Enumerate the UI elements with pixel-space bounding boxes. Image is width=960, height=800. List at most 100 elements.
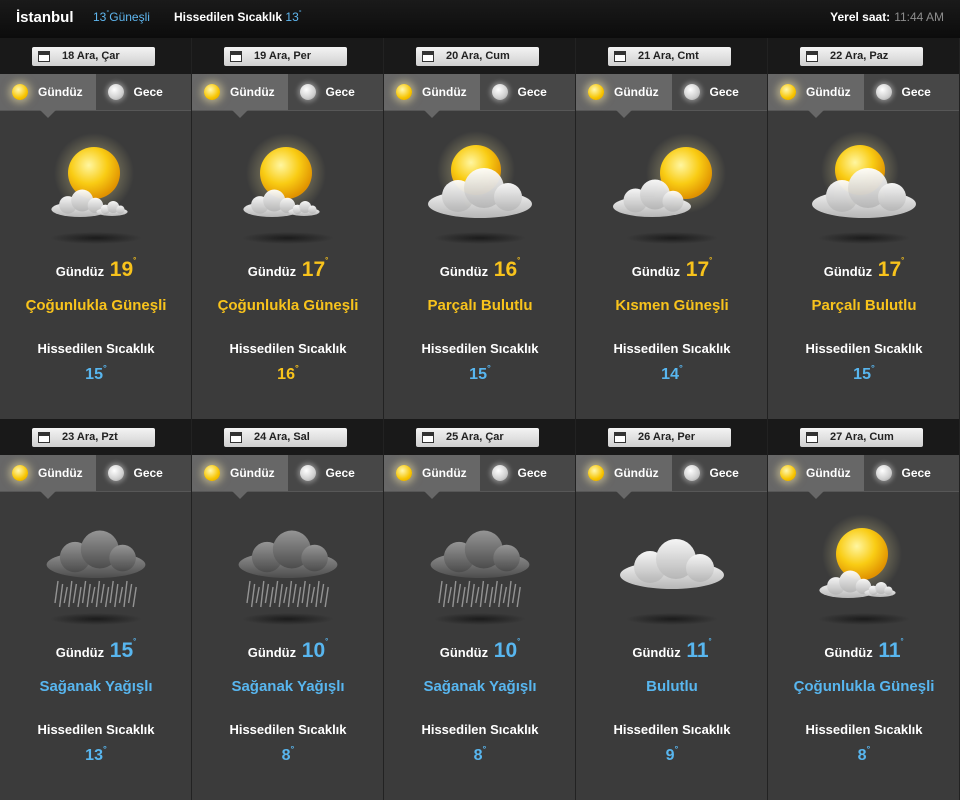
tab-night[interactable]: Gece (671, 455, 767, 491)
sun-icon (12, 465, 28, 481)
date-pill: 23 Ara, Pzt (32, 428, 155, 447)
tab-day[interactable]: Gündüz (384, 455, 480, 491)
temp-value: 15 (109, 639, 134, 662)
rain-shower-icon (384, 499, 576, 634)
temp-value: 19 (109, 258, 134, 281)
day-card: 23 Ara, Pzt Gündüz Gece Gündüz 15° Sağan… (0, 419, 192, 800)
day-prefix: Gündüz (247, 645, 297, 660)
day-header: 18 Ara, Çar (0, 38, 191, 74)
day-header: 27 Ara, Cum (768, 419, 959, 455)
moon-icon (491, 84, 508, 100)
active-tab-pointer (232, 491, 248, 499)
tab-day[interactable]: Gündüz (384, 74, 480, 110)
sun-icon (204, 84, 220, 100)
moon-icon (683, 84, 700, 100)
date-label: 26 Ara, Per (638, 431, 696, 443)
day-night-tabs: Gündüz Gece (576, 455, 767, 491)
date-label: 25 Ara, Çar (446, 431, 504, 443)
tab-divider (192, 491, 383, 492)
tab-day-label: Gündüz (806, 85, 851, 99)
current-condition: Güneşli (109, 10, 150, 24)
condition-text: Çoğunlukla Güneşli (25, 297, 167, 314)
day-header: 21 Ara, Cmt (576, 38, 767, 74)
tab-night[interactable]: Gece (287, 74, 383, 110)
sun-icon (588, 84, 604, 100)
date-label: 18 Ara, Çar (62, 50, 120, 62)
temp-value: 17 (685, 258, 710, 281)
feels-like-label: Hissedilen Sıcaklık (421, 341, 539, 356)
condition-text: Parçalı Bulutlu (811, 297, 917, 314)
feels-like-label: Hissedilen Sıcaklık (229, 722, 347, 737)
sun-icon (780, 465, 796, 481)
condition-text: Kısmen Güneşli (615, 297, 729, 314)
feels-like-value: 15° (85, 363, 107, 383)
tab-day[interactable]: Gündüz (576, 74, 672, 110)
tab-day-label: Gündüz (614, 85, 659, 99)
tab-night[interactable]: Gece (479, 455, 575, 491)
tab-day-label: Gündüz (422, 85, 467, 99)
feels-like-label: Hissedilen Sıcaklık (805, 722, 923, 737)
partly-sunny-icon (576, 118, 768, 253)
condition-text: Parçalı Bulutlu (427, 297, 533, 314)
cloudy-icon (576, 499, 768, 634)
tab-day[interactable]: Gündüz (0, 455, 96, 491)
tab-day[interactable]: Gündüz (576, 455, 672, 491)
tab-day[interactable]: Gündüz (0, 74, 96, 110)
tab-day[interactable]: Gündüz (192, 455, 288, 491)
day-prefix: Gündüz (55, 264, 105, 279)
tab-night[interactable]: Gece (95, 74, 191, 110)
tab-night-label: Gece (709, 85, 739, 99)
date-pill: 21 Ara, Cmt (608, 47, 731, 66)
partly-cloudy-icon (384, 118, 576, 253)
top-bar: İstanbul 13°Güneşli Hissedilen Sıcaklık … (0, 0, 960, 39)
sun-icon (12, 84, 28, 100)
day-header: 25 Ara, Çar (384, 419, 575, 455)
day-night-tabs: Gündüz Gece (768, 74, 959, 110)
day-night-tabs: Gündüz Gece (192, 455, 383, 491)
day-temperature: Gündüz 10° (247, 636, 329, 662)
feels-like-value: 8° (473, 744, 487, 764)
day-prefix: Gündüz (439, 645, 489, 660)
condition-text: Sağanak Yağışlı (423, 678, 537, 695)
tab-day-label: Gündüz (806, 466, 851, 480)
calendar-icon (422, 51, 434, 62)
tab-night[interactable]: Gece (95, 455, 191, 491)
tab-night-label: Gece (517, 466, 547, 480)
temp-value: 17 (877, 258, 902, 281)
sun-icon (780, 84, 796, 100)
feels-like-value: 8° (857, 744, 871, 764)
rain-shower-icon (192, 499, 384, 634)
date-label: 27 Ara, Cum (830, 431, 894, 443)
tab-divider (384, 491, 575, 492)
day-night-tabs: Gündüz Gece (384, 455, 575, 491)
sun-small-cloud-icon (192, 118, 384, 253)
tab-day[interactable]: Gündüz (192, 74, 288, 110)
tab-night[interactable]: Gece (863, 74, 959, 110)
temp-value: 10 (493, 639, 518, 662)
day-header: 26 Ara, Per (576, 419, 767, 455)
tab-day[interactable]: Gündüz (768, 74, 864, 110)
condition-text: Bulutlu (646, 678, 698, 695)
day-card: 27 Ara, Cum Gündüz Gece Gündüz 11° Çoğun… (768, 419, 960, 800)
tab-night[interactable]: Gece (671, 74, 767, 110)
tab-night[interactable]: Gece (479, 74, 575, 110)
date-label: 19 Ara, Per (254, 50, 312, 62)
partly-cloudy-icon (768, 118, 960, 253)
feels-like-label: Hissedilen Sıcaklık (37, 722, 155, 737)
date-pill: 20 Ara, Cum (416, 47, 539, 66)
calendar-icon (230, 51, 242, 62)
condition-text: Sağanak Yağışlı (231, 678, 345, 695)
date-pill: 18 Ara, Çar (32, 47, 155, 66)
temp-value: 11 (878, 639, 901, 662)
tab-day-label: Gündüz (38, 85, 83, 99)
tab-night[interactable]: Gece (863, 455, 959, 491)
tab-day[interactable]: Gündüz (768, 455, 864, 491)
day-card: 26 Ara, Per Gündüz Gece Gündüz 11° Bulut… (576, 419, 768, 800)
moon-icon (299, 84, 316, 100)
day-temperature: Gündüz 17° (247, 255, 329, 281)
day-night-tabs: Gündüz Gece (192, 74, 383, 110)
tab-divider (0, 110, 191, 111)
moon-icon (107, 465, 124, 481)
tab-night[interactable]: Gece (287, 455, 383, 491)
day-card: 24 Ara, Sal Gündüz Gece Gündüz 10° Sağan… (192, 419, 384, 800)
